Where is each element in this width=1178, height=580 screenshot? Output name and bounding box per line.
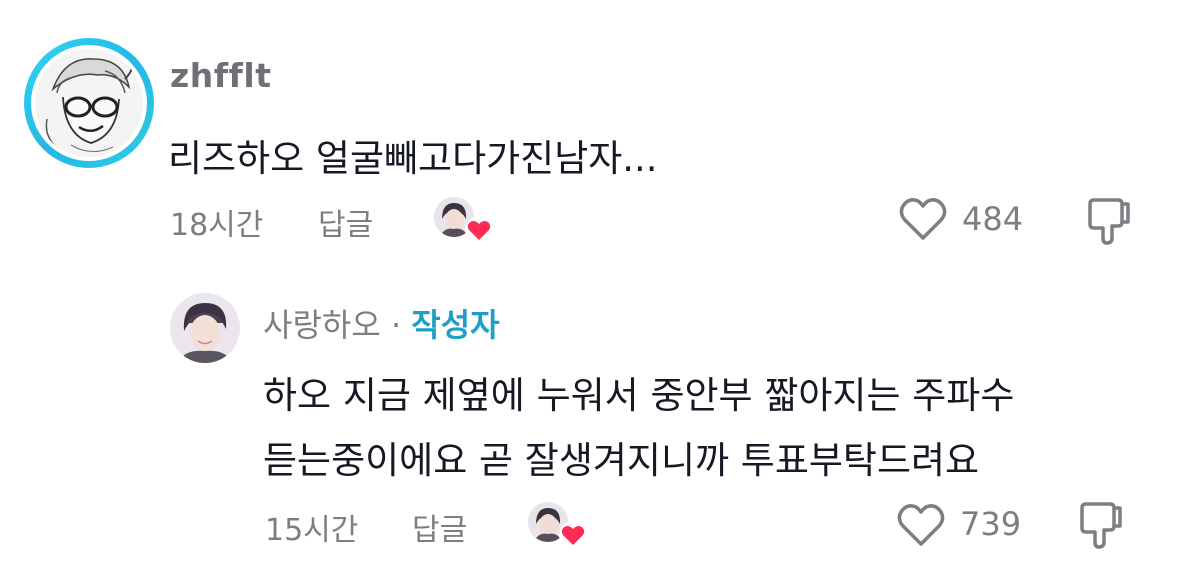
comment-text: 리즈하오 얼굴빼고다가진남자... [168, 137, 658, 180]
reply-time: 15시간 [265, 513, 359, 548]
comment-time: 18시간 [170, 208, 264, 243]
reply-author-line: 사랑하오 · 작성자 [263, 300, 500, 346]
name-separator: · [380, 306, 412, 344]
avatar-image [35, 49, 143, 157]
reply-button[interactable]: 답글 [318, 200, 373, 244]
creator-liked-badge [528, 502, 587, 549]
reply-text-line-2: 듣는중이에요 곧 잘생겨지니까 투표부탁드려요 [263, 439, 980, 482]
reply-text-line-1: 하오 지금 제옆에 누워서 중안부 짧아지는 주파수 [263, 374, 1015, 417]
like-heart-icon[interactable] [898, 196, 948, 242]
red-heart-icon [465, 216, 493, 244]
like-heart-icon[interactable] [896, 502, 946, 548]
reply-username[interactable]: 사랑하오 [263, 306, 381, 344]
author-badge: 작성자 [411, 306, 500, 344]
thumbs-down-icon[interactable] [1084, 196, 1132, 246]
like-count: 739 [960, 505, 1022, 543]
red-heart-icon [559, 521, 587, 549]
reply-reply-button[interactable]: 답글 [412, 505, 467, 549]
thumbs-down-icon[interactable] [1076, 500, 1124, 550]
like-count: 484 [962, 200, 1024, 238]
replier-avatar[interactable] [170, 293, 240, 363]
creator-liked-badge [434, 197, 493, 244]
comment-username[interactable]: zhfflt [170, 56, 272, 95]
commenter-avatar[interactable] [24, 38, 154, 168]
